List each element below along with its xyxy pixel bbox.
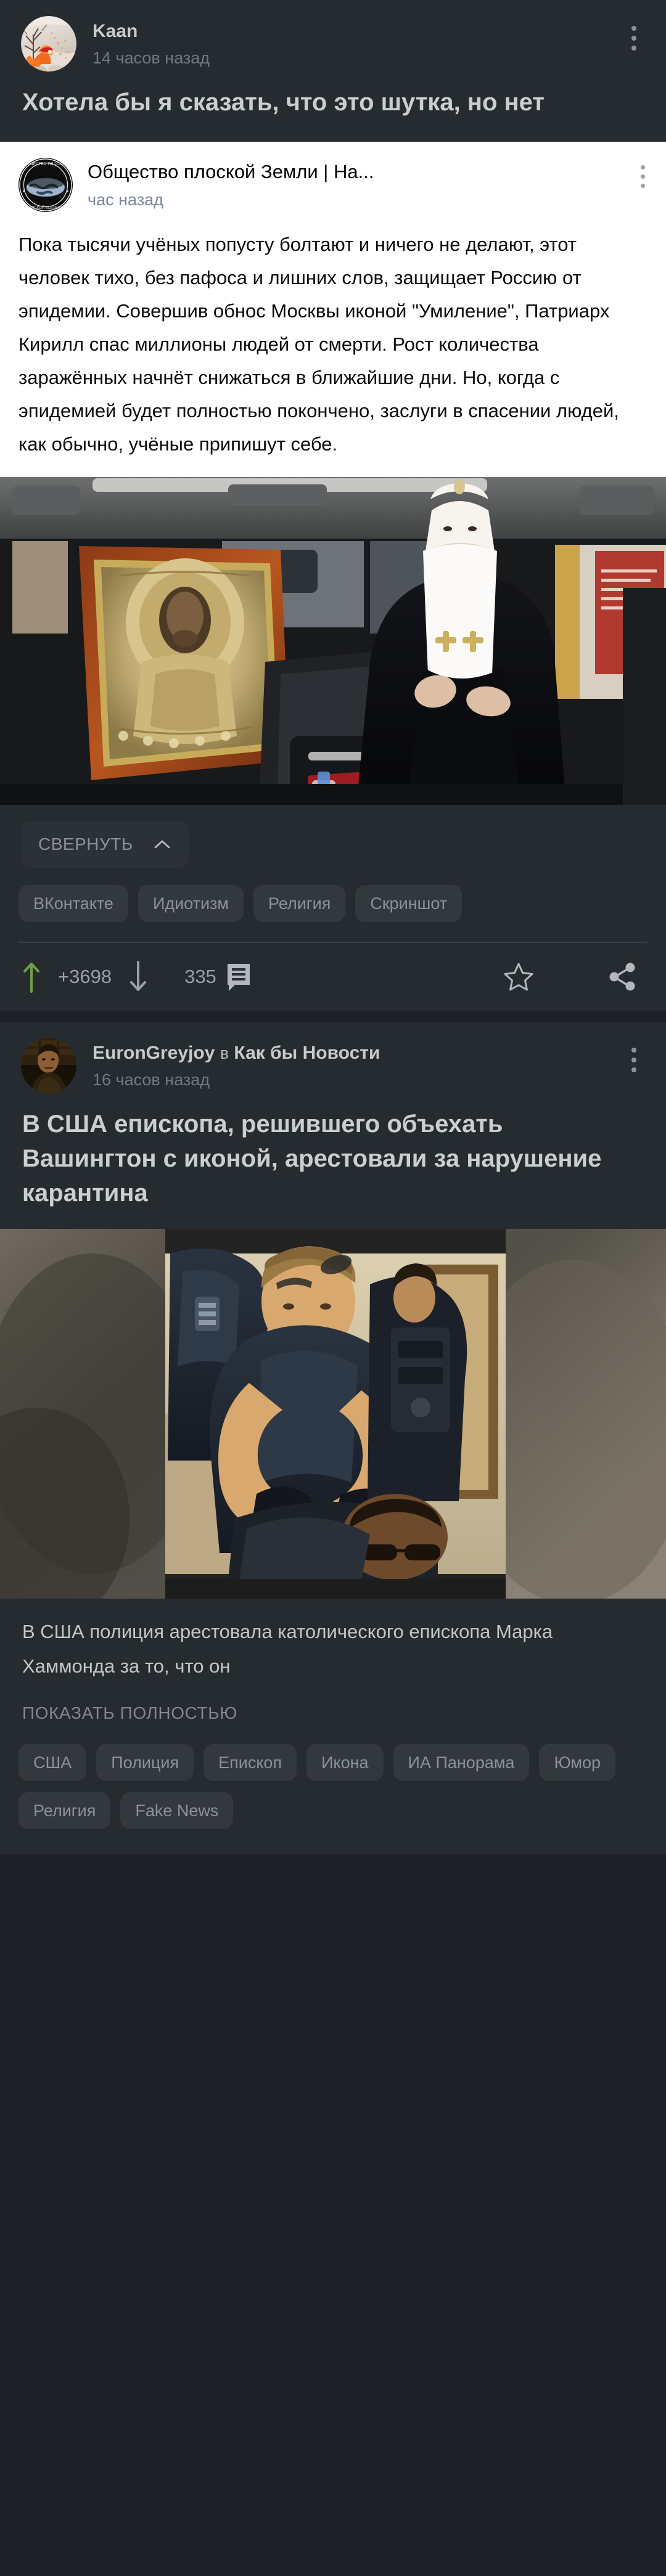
tag-item[interactable]: Икона <box>306 1744 384 1781</box>
post-card-2[interactable]: ОБЩЕСТВО ПЛОСКОЙ И ПЛОСКОЙ ВСЕЛЕННОЙ Общ… <box>0 142 666 1011</box>
tag-list: США Полиция Епископ Икона ИА Панорама Юм… <box>0 1739 666 1854</box>
avatar[interactable] <box>21 16 76 71</box>
action-bar: +3698 335 <box>0 943 666 1011</box>
avatar: ОБЩЕСТВО ПЛОСКОЙ И ПЛОСКОЙ ВСЕЛЕННОЙ <box>18 158 73 212</box>
man-portrait-avatar-icon <box>21 1038 76 1093</box>
kebab-menu-icon <box>641 163 645 190</box>
screenshot-body-text: Пока тысячи учёных попусту болтают и нич… <box>18 234 619 455</box>
post-timestamp: 14 часов назад <box>92 49 210 67</box>
community-name: Общество плоской Земли | На... <box>88 161 374 182</box>
kebab-menu-icon[interactable] <box>620 1043 648 1077</box>
tag-item[interactable]: Fake News <box>120 1792 234 1829</box>
post-image[interactable] <box>0 477 666 805</box>
tag-list: ВКонтакте Идиотизм Религия Скриншот <box>0 880 666 938</box>
embedded-screenshot: ОБЩЕСТВО ПЛОСКОЙ И ПЛОСКОЙ ВСЕЛЕННОЙ Общ… <box>0 142 666 805</box>
in-preposition: в <box>220 1044 229 1062</box>
arrow-down-icon <box>130 961 147 991</box>
tag-item[interactable]: Епископ <box>204 1744 297 1781</box>
tag-item[interactable]: США <box>18 1744 87 1781</box>
tag-item[interactable]: Полиция <box>96 1744 194 1781</box>
screenshot-timestamp: час назад <box>88 190 163 209</box>
page-title[interactable]: В США епископа, решившего объехать Вашин… <box>0 1101 666 1229</box>
collapse-row: СВЕРНУТЬ <box>0 805 666 880</box>
comments-count: 335 <box>184 966 216 987</box>
tag-item[interactable]: Юмор <box>539 1744 616 1781</box>
collapse-label: СВЕРНУТЬ <box>38 834 133 854</box>
upvote-button[interactable] <box>21 960 42 994</box>
collapse-button[interactable]: СВЕРНУТЬ <box>22 821 189 868</box>
page-title[interactable]: Хотела бы я сказать, что это шутка, но н… <box>0 79 666 138</box>
tag-item[interactable]: Идиотизм <box>138 885 244 922</box>
post-card-3[interactable]: EuronGreyjoy в Как бы Новости 16 часов н… <box>0 1022 666 1854</box>
downvote-button[interactable] <box>128 960 149 994</box>
show-more-button[interactable]: ПОКАЗАТЬ ПОЛНОСТЬЮ <box>0 1686 666 1739</box>
chevron-up-icon <box>154 839 170 849</box>
comments-button[interactable] <box>225 961 252 992</box>
flat-earth-society-emblem-icon: ОБЩЕСТВО ПЛОСКОЙ И ПЛОСКОЙ ВСЕЛЕННОЙ <box>18 158 73 212</box>
tag-item[interactable]: Религия <box>18 1792 111 1829</box>
tag-item[interactable]: ИА Панорама <box>393 1744 530 1781</box>
arrow-up-icon <box>23 963 39 993</box>
favorite-button[interactable] <box>503 961 534 992</box>
post-caption: В США полиция арестовала католического е… <box>22 1621 553 1677</box>
post-card-1[interactable]: Kaan 14 часов назад Хотела бы я сказать,… <box>0 0 666 142</box>
fox-winter-avatar-icon <box>21 16 76 71</box>
author-name[interactable]: EuronGreyjoy <box>92 1043 215 1063</box>
post-timestamp: 16 часов назад <box>92 1070 210 1089</box>
tag-item[interactable]: ВКонтакте <box>18 885 128 922</box>
screenshot-header-text: Общество плоской Земли | На... час назад <box>88 158 648 212</box>
kebab-menu-icon[interactable] <box>620 21 648 55</box>
tag-item[interactable]: Скриншот <box>355 885 462 922</box>
community-name[interactable]: Как бы Новости <box>234 1043 380 1063</box>
post-author[interactable]: EuronGreyjoy в Как бы Новости <box>92 1041 645 1065</box>
svg-text:И ПЛОСКОЙ ВСЕЛЕННОЙ: И ПЛОСКОЙ ВСЕЛЕННОЙ <box>22 205 68 210</box>
tag-item[interactable]: Религия <box>253 885 346 922</box>
post-header-text: EuronGreyjoy в Как бы Новости 16 часов н… <box>92 1038 645 1092</box>
post-header: Kaan 14 часов назад <box>0 0 666 79</box>
share-icon <box>609 963 635 991</box>
police-arresting-man-image <box>0 1229 666 1599</box>
post-header-text: Kaan 14 часов назад <box>92 16 645 70</box>
post-header: EuronGreyjoy в Как бы Новости 16 часов н… <box>0 1022 666 1101</box>
star-icon <box>504 963 533 991</box>
screenshot-header: ОБЩЕСТВО ПЛОСКОЙ И ПЛОСКОЙ ВСЕЛЕННОЙ Общ… <box>0 142 666 214</box>
post-author[interactable]: Kaan <box>92 20 645 43</box>
patriarch-in-car-with-icon-image <box>0 477 666 805</box>
share-button[interactable] <box>608 961 638 992</box>
post-image[interactable] <box>0 1229 666 1599</box>
comment-icon <box>227 964 250 991</box>
svg-text:ОБЩЕСТВО ПЛОСКОЙ: ОБЩЕСТВО ПЛОСКОЙ <box>23 161 68 166</box>
post-score: +3698 <box>58 966 112 987</box>
post-separator <box>0 1011 666 1022</box>
avatar[interactable] <box>21 1038 76 1093</box>
